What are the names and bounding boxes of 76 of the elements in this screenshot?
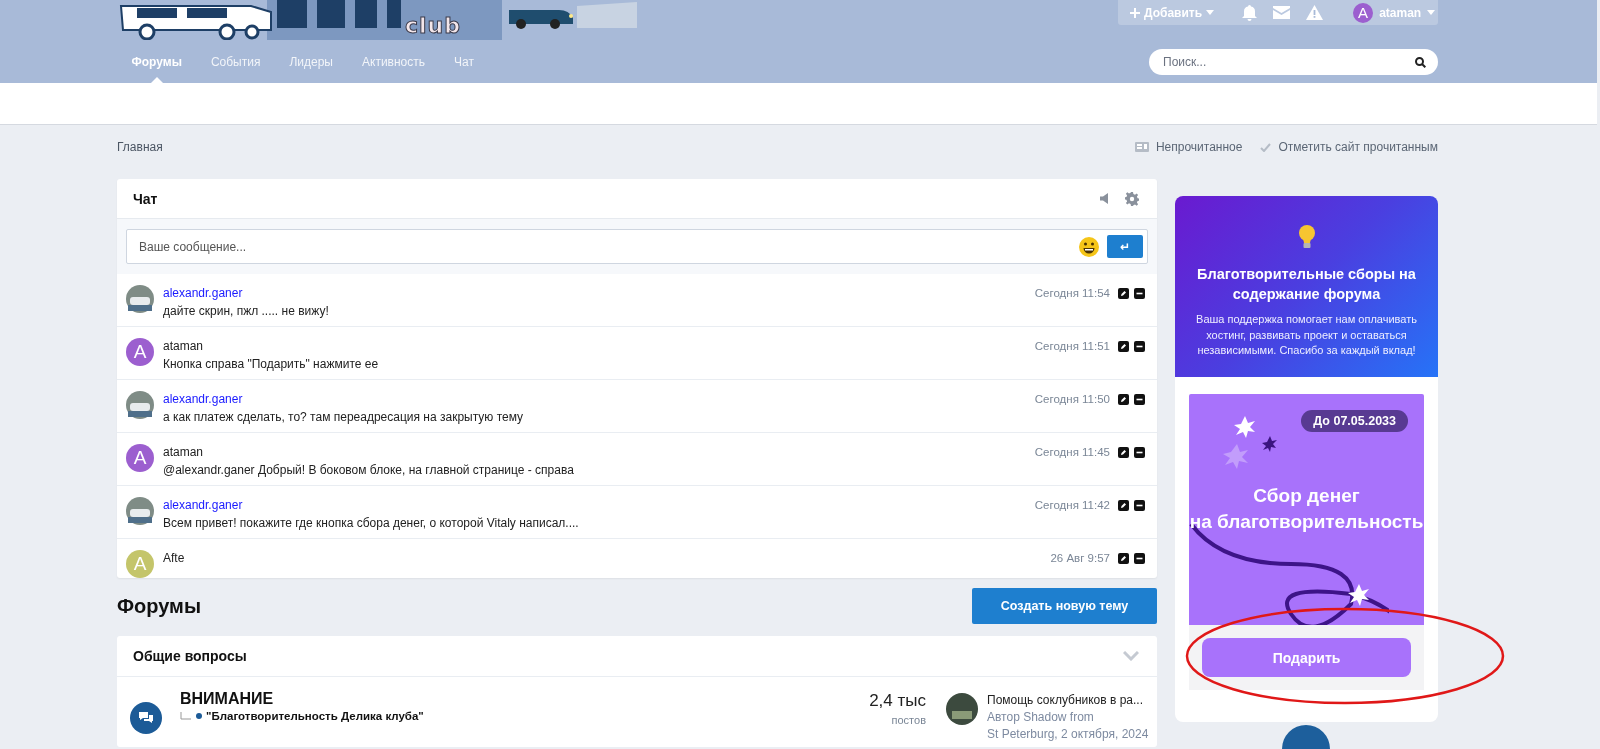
user-avatar: A <box>126 338 154 366</box>
check-icon <box>1260 142 1272 152</box>
post-count: 2,4 тыс <box>868 691 926 711</box>
message-time: 26 Авг 9:57 <box>1050 552 1110 564</box>
author-name[interactable]: ataman <box>163 339 204 353</box>
author-name[interactable]: Afte <box>163 551 185 565</box>
unread-dot <box>196 713 202 719</box>
donation-title: Благотворительные сборы на содержание форума <box>1196 265 1417 304</box>
message-time: Сегодня 11:42 <box>1034 499 1110 511</box>
donation-text: Ваша поддержка помогает нам оплачивать хостинг, развивать проект и оставаться независимыми. Спасибо за каждый вклад! <box>1195 312 1418 358</box>
edit-icon[interactable] <box>1118 393 1129 405</box>
speaker-icon[interactable] <box>1100 193 1109 204</box>
edit-icon[interactable] <box>1118 499 1129 511</box>
message-time: Сегодня 11:45 <box>1034 446 1110 458</box>
section-title: Форумы <box>117 594 201 618</box>
user-name: ataman <box>1379 5 1422 20</box>
user-avatar: A <box>126 550 154 578</box>
message-text: а как платеж сделать, то? там переадресация на закрытую тему <box>163 409 525 425</box>
plus-icon <box>1130 7 1140 18</box>
user-avatar: A <box>1353 2 1374 23</box>
author-name[interactable]: alexandr.ganer <box>163 498 243 512</box>
message-text: @alexandr.ganer Добрый! В боковом блоке, на главной странице - справа <box>163 462 575 478</box>
subforum-link[interactable]: "Благотворительность Делика клуба" <box>206 710 424 722</box>
branch-icon <box>180 712 192 720</box>
search-icon[interactable] <box>1415 57 1426 68</box>
last-post-author: Автор Shadow from <box>987 710 1095 725</box>
avatar-photo <box>126 497 154 525</box>
caret-icon <box>1206 10 1215 15</box>
minus-icon[interactable] <box>1134 287 1145 299</box>
minus-icon[interactable] <box>1134 499 1145 511</box>
last-post-date: St Peterburg, 2 октября, 2024 <box>987 727 1149 742</box>
author-name[interactable]: alexandr.ganer <box>163 286 243 300</box>
deadline-badge: До 07.05.2033 <box>1301 410 1408 432</box>
caret-icon <box>1427 10 1436 15</box>
minus-icon[interactable] <box>1134 552 1145 564</box>
breadcrumb-link[interactable]: Главная <box>117 140 163 154</box>
chat-title: Чат <box>133 190 158 207</box>
settings-icon[interactable] <box>1125 191 1139 206</box>
minus-icon[interactable] <box>1134 393 1145 405</box>
message-field[interactable]: Ваше сообщение... ↵ <box>126 229 1148 264</box>
new-topic-button[interactable]: Создать новую тему <box>972 588 1157 624</box>
user-avatar: A <box>126 444 154 472</box>
forum-title[interactable]: ВНИМАНИЕ <box>180 689 836 709</box>
category-title: Общие вопросы <box>133 648 247 664</box>
message-text: дайте скрин, пжл ..... не вижу! <box>163 303 330 319</box>
search-field[interactable]: Поиск... <box>1149 49 1438 75</box>
donate-button[interactable]: Подарить <box>1202 638 1411 677</box>
message-time: Сегодня 11:54 <box>1034 287 1110 299</box>
edit-icon[interactable] <box>1118 340 1129 352</box>
banner-title: на благотворительность <box>1189 510 1424 534</box>
action-link[interactable]: Непрочитанное <box>1155 140 1243 154</box>
message-time: Сегодня 11:50 <box>1034 393 1110 405</box>
avatar-photo <box>126 391 154 419</box>
edit-icon[interactable] <box>1118 552 1129 564</box>
message-text: Кнопка справа "Подарить" нажмите ее <box>163 356 380 372</box>
banner-title: Сбор денег <box>1252 484 1361 508</box>
last-post-title[interactable]: Помощь соклубников в ра... <box>987 693 1149 708</box>
smiley-icon[interactable] <box>1079 236 1099 257</box>
minus-icon[interactable] <box>1134 446 1145 458</box>
author-name[interactable]: ataman <box>163 445 204 459</box>
edit-icon[interactable] <box>1118 446 1129 458</box>
edit-icon[interactable] <box>1118 287 1129 299</box>
avatar-photo <box>946 693 978 725</box>
minus-icon[interactable] <box>1134 340 1145 352</box>
user-menu[interactable]: A ataman <box>1339 2 1436 23</box>
message-time: Сегодня 11:51 <box>1034 340 1110 352</box>
author-name[interactable]: alexandr.ganer <box>163 392 243 406</box>
action-link[interactable]: Отметить сайт прочитанным <box>1278 140 1438 154</box>
chat-bubbles-icon <box>138 711 154 725</box>
post-count-label: постов <box>890 714 926 726</box>
message-text: Всем привет! покажите где кнопка сбора денег, о которой Vitaly написал.... <box>163 515 580 531</box>
logo-text: club <box>405 13 461 38</box>
avatar-photo <box>126 285 154 313</box>
card-icon <box>1134 142 1149 152</box>
send-button[interactable]: ↵ <box>1107 235 1143 258</box>
light-bulb-icon <box>1297 224 1316 250</box>
